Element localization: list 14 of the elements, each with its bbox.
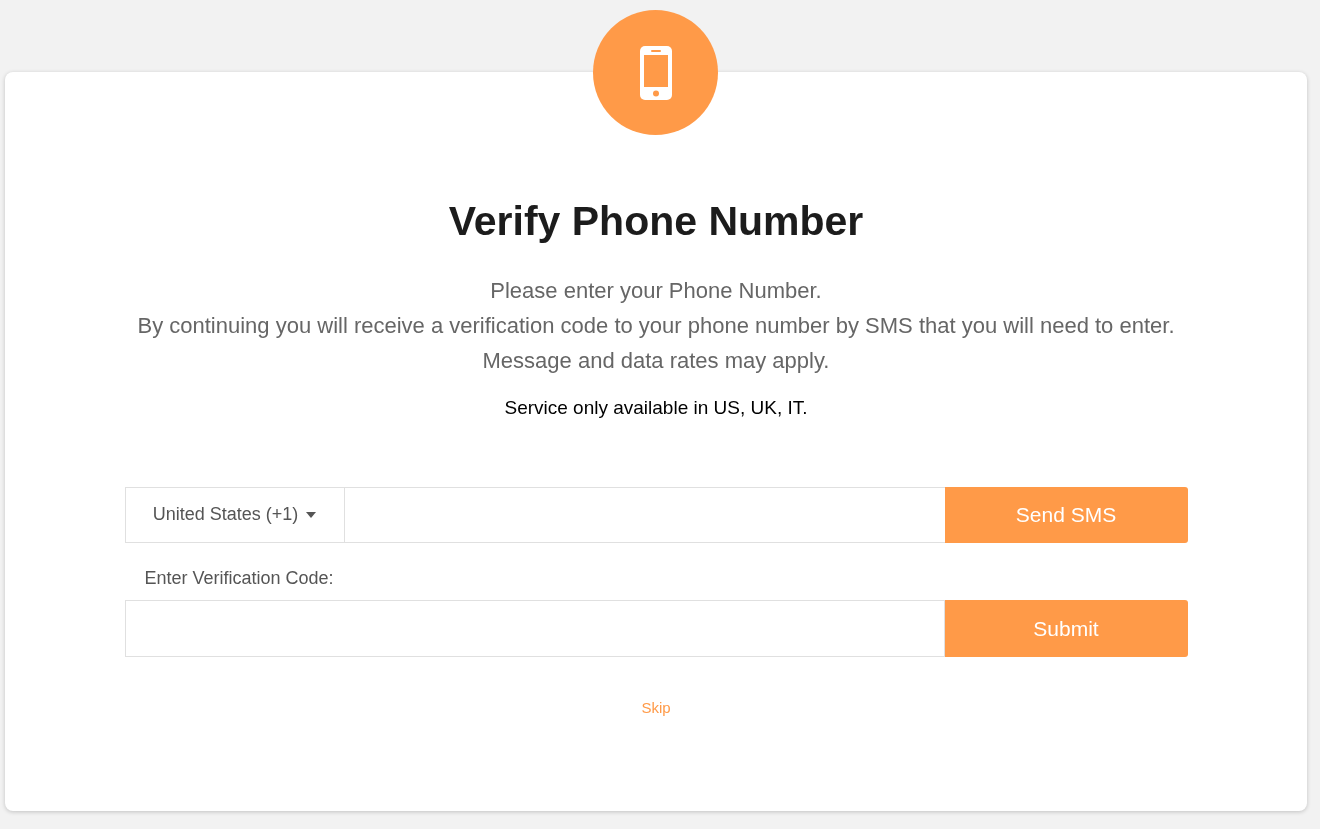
submit-button[interactable]: Submit (944, 599, 1188, 657)
description-text: Please enter your Phone Number. (490, 277, 822, 306)
description-text: By continuing you will receive a verification code to your phone number by SMS that you will need to enter. (137, 312, 1175, 341)
notice-text: Service only available in US, UK, IT. (504, 396, 808, 421)
smartphone-icon (639, 45, 672, 100)
phone-input[interactable] (344, 486, 945, 543)
page-title: Verify Phone Number (448, 197, 864, 246)
send-sms-button[interactable]: Send SMS (944, 486, 1188, 543)
code-label: Enter Verification Code: (144, 567, 334, 588)
caret-icon (306, 511, 317, 518)
description-text: Message and data rates may apply. (482, 347, 830, 376)
country-select[interactable]: United States (+1) (124, 486, 345, 543)
skip-link[interactable]: Skip (641, 696, 671, 720)
verification-code-input[interactable] (124, 599, 945, 657)
